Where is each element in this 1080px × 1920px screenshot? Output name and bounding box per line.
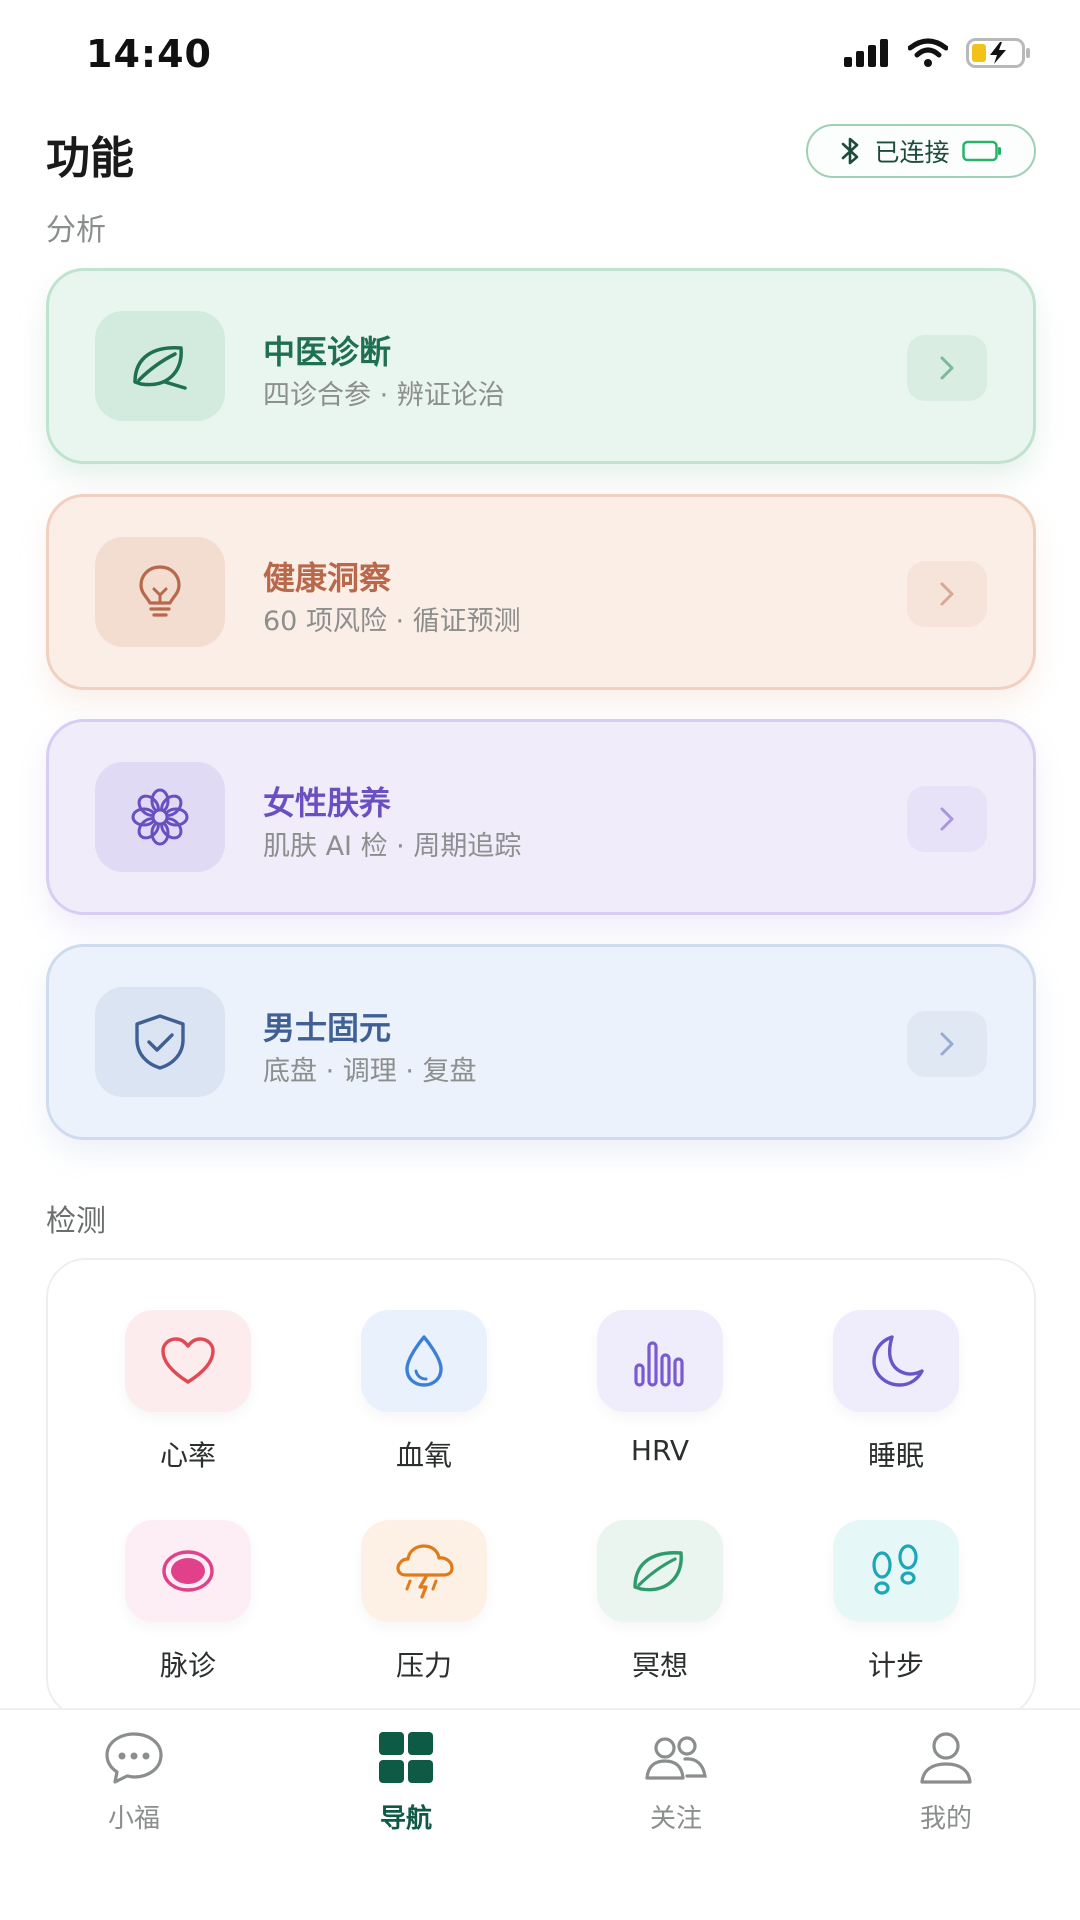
card-subtitle: 底盘 · 调理 · 复盘 xyxy=(263,1056,477,1087)
card-male-vitality[interactable]: 男士固元 底盘 · 调理 · 复盘 xyxy=(46,944,1036,1140)
tile-label: 脉诊 xyxy=(159,1649,216,1682)
signal-icon xyxy=(844,39,888,67)
status-icons xyxy=(844,38,1032,68)
moon-icon xyxy=(872,1335,924,1387)
page-title: 功能 xyxy=(46,133,134,184)
detection-panel: 心率 血氧 HRV 睡眠 脉诊 压力 冥想 计步 xyxy=(46,1258,1036,1718)
lightbulb-icon xyxy=(139,565,181,617)
chevron-right-icon xyxy=(940,807,954,831)
detect-tile-blood-oxygen[interactable]: 血氧 xyxy=(334,1310,514,1474)
bluetooth-status-pill[interactable]: 已连接 xyxy=(806,124,1036,178)
card-icon-box xyxy=(95,987,225,1097)
tile-label: HRV xyxy=(630,1434,690,1467)
tile-icon-box xyxy=(125,1310,251,1412)
tile-icon-box xyxy=(361,1310,487,1412)
chevron-right-icon xyxy=(940,582,954,606)
bar-chart-icon xyxy=(634,1341,684,1387)
tile-label: 计步 xyxy=(867,1649,924,1682)
card-arrow-button[interactable] xyxy=(907,561,987,627)
detect-tile-heart-rate[interactable]: 心率 xyxy=(98,1310,278,1474)
person-icon xyxy=(920,1732,972,1784)
card-title: 中医诊断 xyxy=(263,333,392,371)
tile-label: 心率 xyxy=(159,1439,216,1472)
card-arrow-button[interactable] xyxy=(907,1011,987,1077)
card-tcm-diagnosis[interactable]: 中医诊断 四诊合参 · 辨证论治 xyxy=(46,268,1036,464)
tile-icon-box xyxy=(597,1520,723,1622)
section-label-analysis: 分析 xyxy=(46,213,106,248)
tab-label: 导航 xyxy=(379,1804,432,1834)
leaf-icon xyxy=(633,1551,683,1592)
bottom-tab-bar: 小福 导航 关注 我的 xyxy=(0,1708,1080,1920)
card-icon-box xyxy=(95,762,225,872)
card-health-insight[interactable]: 健康洞察 60 项风险 · 循证预测 xyxy=(46,494,1036,690)
detect-tile-sleep[interactable]: 睡眠 xyxy=(806,1310,986,1474)
card-arrow-button[interactable] xyxy=(907,786,987,852)
tile-label: 压力 xyxy=(395,1649,452,1682)
chevron-right-icon xyxy=(940,356,954,380)
card-subtitle: 四诊合参 · 辨证论治 xyxy=(263,380,505,411)
card-icon-box xyxy=(95,537,225,647)
tile-icon-box xyxy=(125,1520,251,1622)
section-label-detection: 检测 xyxy=(46,1204,106,1239)
status-time: 14:40 xyxy=(86,32,212,76)
chat-bubble-icon xyxy=(105,1732,163,1784)
droplet-icon xyxy=(405,1335,443,1387)
flower-icon xyxy=(131,788,189,846)
shield-check-icon xyxy=(135,1014,185,1070)
detect-tile-stress[interactable]: 压力 xyxy=(334,1520,514,1684)
tab-xiaofu[interactable]: 小福 xyxy=(54,1730,214,1835)
detect-tile-hrv[interactable]: HRV xyxy=(570,1310,750,1467)
footprints-icon xyxy=(872,1544,918,1595)
heart-icon xyxy=(161,1337,215,1384)
grid-icon xyxy=(379,1732,433,1783)
pulse-dot-icon xyxy=(162,1550,214,1592)
chevron-right-icon xyxy=(940,1032,954,1056)
card-female-skincare[interactable]: 女性肤养 肌肤 AI 检 · 周期追踪 xyxy=(46,719,1036,915)
tile-icon-box xyxy=(833,1520,959,1622)
tile-label: 血氧 xyxy=(395,1439,452,1472)
tile-label: 冥想 xyxy=(631,1649,688,1682)
card-title: 女性肤养 xyxy=(263,784,392,822)
card-subtitle: 肌肤 AI 检 · 周期追踪 xyxy=(263,831,522,862)
tab-label: 我的 xyxy=(919,1804,972,1834)
card-subtitle: 60 项风险 · 循证预测 xyxy=(263,606,521,637)
tile-icon-box xyxy=(597,1310,723,1412)
detect-tile-step-count[interactable]: 计步 xyxy=(806,1520,986,1684)
tile-icon-box xyxy=(833,1310,959,1412)
battery-charging-icon xyxy=(966,38,1030,68)
tab-label: 小福 xyxy=(107,1804,160,1834)
detect-tile-meditation[interactable]: 冥想 xyxy=(570,1520,750,1684)
card-arrow-button[interactable] xyxy=(907,335,987,401)
status-bar: 14:40 xyxy=(0,0,1080,110)
people-icon xyxy=(645,1736,707,1780)
card-title: 男士固元 xyxy=(263,1009,392,1047)
card-icon-box xyxy=(95,311,225,421)
tab-following[interactable]: 关注 xyxy=(596,1730,756,1835)
storm-cloud-icon xyxy=(396,1544,454,1599)
detect-tile-pulse-diagnosis[interactable]: 脉诊 xyxy=(98,1520,278,1684)
tile-label: 睡眠 xyxy=(867,1439,924,1472)
wifi-icon xyxy=(908,38,948,67)
leaf-icon xyxy=(133,346,187,390)
tab-profile[interactable]: 我的 xyxy=(866,1730,1026,1835)
tile-icon-box xyxy=(361,1520,487,1622)
bluetooth-status-label: 已连接 xyxy=(874,138,950,167)
tab-label: 关注 xyxy=(649,1804,702,1834)
device-battery-icon xyxy=(961,140,1001,162)
card-title: 健康洞察 xyxy=(263,559,392,597)
tab-navigation[interactable]: 导航 xyxy=(326,1730,486,1835)
bluetooth-icon xyxy=(842,137,859,165)
